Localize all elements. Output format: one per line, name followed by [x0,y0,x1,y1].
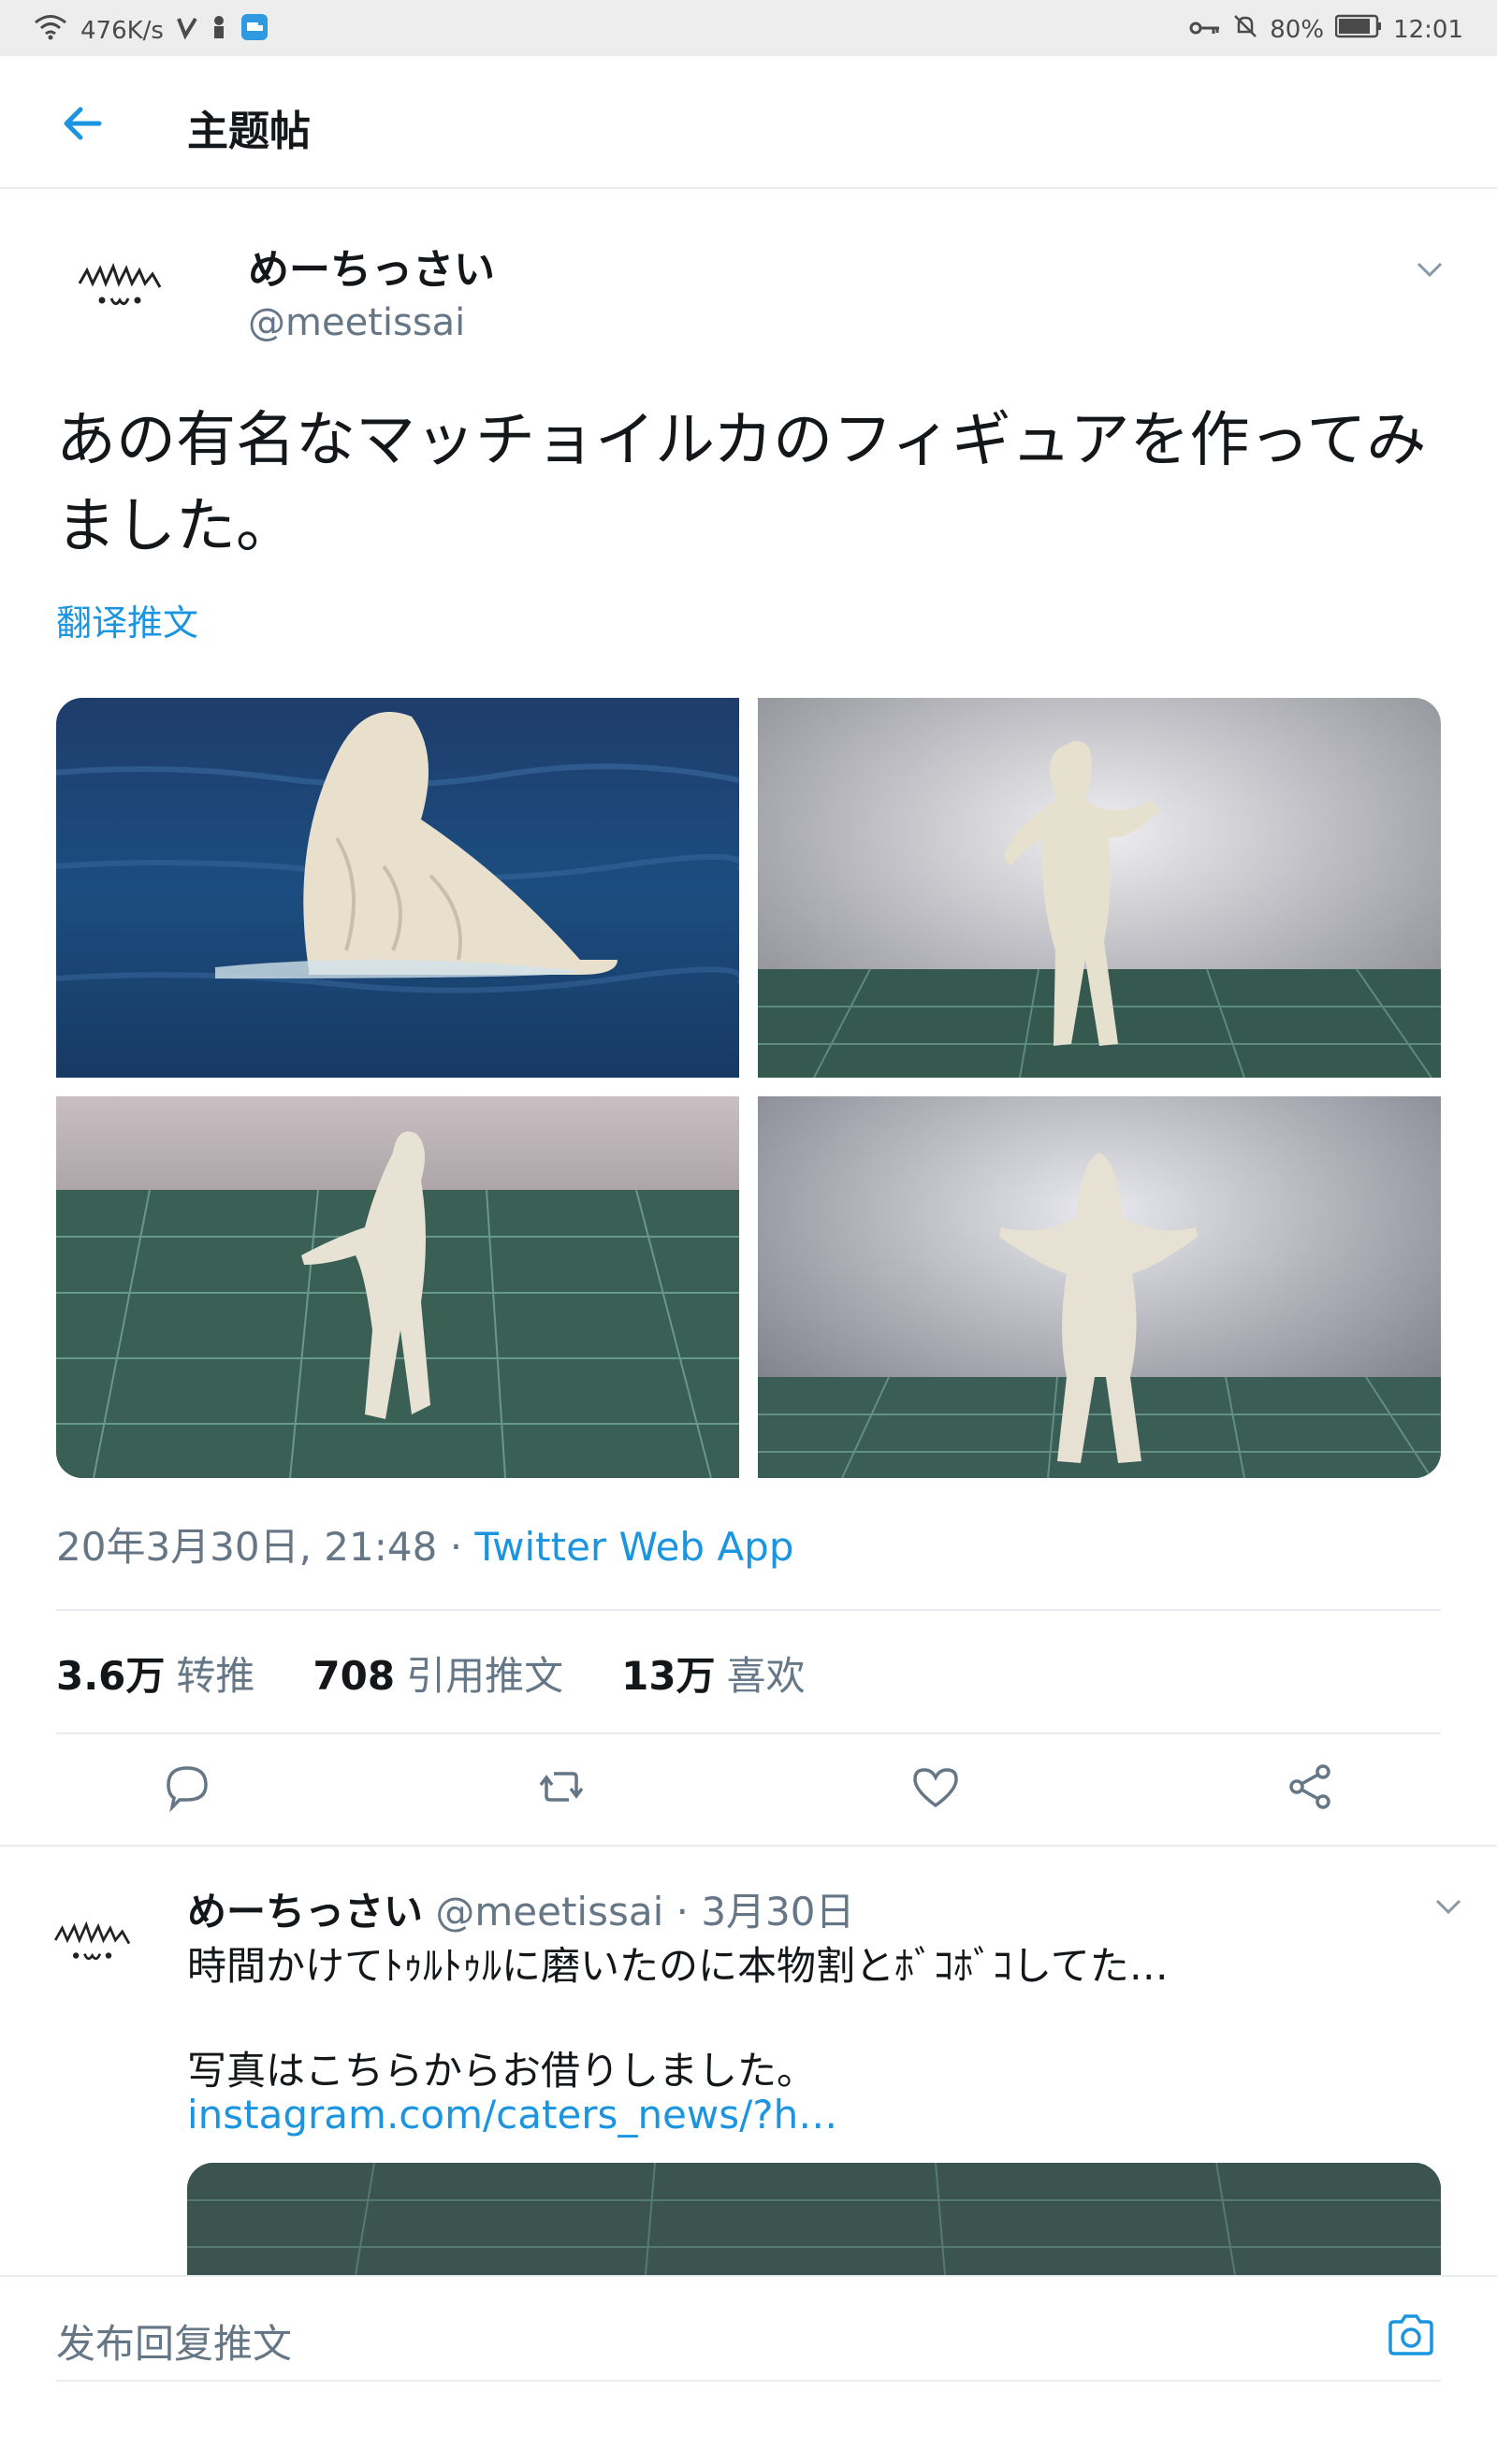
app-notification-icon [240,13,269,48]
divider [56,1609,1441,1611]
quotes-stat[interactable]: 708 引用推文 [312,1645,563,1702]
clock: 12:01 [1393,15,1463,44]
reply-composer: 发布回复推文 [0,2275,1497,2397]
reply-media-preview[interactable] [187,2163,1441,2275]
photo-figure-front[interactable] [758,698,1441,1078]
reply-header: めーちっさい @meetissai · 3月30日 [187,1880,854,1937]
retweet-icon[interactable] [533,1759,589,1815]
translate-link[interactable]: 翻译推文 [56,594,198,645]
page-title: 主题帖 [187,108,311,155]
back-arrow-icon[interactable] [56,97,109,150]
reply-handle-date: @meetissai · 3月30日 [423,1889,855,1935]
tweet-source-link[interactable]: Twitter Web App [474,1524,793,1570]
battery-percent: 80% [1270,15,1325,44]
v-icon [177,15,197,46]
person-icon [211,15,227,46]
user-handle[interactable]: @meetissai [248,301,465,344]
network-speed: 476K/s [80,16,164,45]
tweet-stats: 3.6万 转推 708 引用推文 13万 喜欢 [56,1645,806,1702]
tweet-timestamp: 20年3月30日, 21:48 · [56,1524,475,1570]
avatar[interactable] [70,239,182,351]
likes-stat[interactable]: 13万 喜欢 [621,1645,805,1702]
reply-input[interactable]: 发布回复推文 [56,2312,292,2370]
display-name[interactable]: めーちっさい [248,236,495,296]
like-heart-icon[interactable] [908,1759,964,1815]
wifi-icon [34,14,67,47]
mute-bell-icon [1232,13,1258,46]
photo-grid [56,698,1441,1478]
reply-text-line: 写真はこちらからお借りしました。 [187,2048,817,2094]
key-icon [1189,16,1221,44]
divider [56,1732,1441,1734]
photo-beluga-sea[interactable] [56,698,739,1078]
photo-figure-side[interactable] [56,1096,739,1478]
photo-figure-back[interactable] [758,1096,1441,1478]
chevron-down-icon[interactable] [1432,1890,1465,1923]
reply-icon[interactable] [159,1759,215,1815]
tweet-meta: 20年3月30日, 21:48 · Twitter Web App [56,1515,794,1573]
battery-icon [1334,14,1382,45]
camera-icon[interactable] [1383,2307,1439,2363]
app-bar: 主题帖 [0,56,1497,189]
tweet-actions [0,1759,1497,1834]
divider [56,2380,1441,2382]
reply-text-line: 時間かけてﾄｩﾙﾄｩﾙに磨いたのに本物割とﾎﾞｺﾎﾞｺしてた… [187,1943,1169,1989]
display-name[interactable]: めーちっさい [187,1889,423,1935]
tweet-text: あの有名なマッチョイルカのフィギュアを作ってみました。 [56,406,1427,561]
share-icon[interactable] [1282,1759,1338,1815]
chevron-down-icon[interactable] [1413,253,1446,286]
reply-link[interactable]: instagram.com/caters_news/?h… [187,2092,837,2138]
status-bar: 476K/s 80% 12:01 [0,0,1497,56]
avatar[interactable] [47,1899,150,2002]
retweets-stat[interactable]: 3.6万 转推 [56,1645,254,1702]
